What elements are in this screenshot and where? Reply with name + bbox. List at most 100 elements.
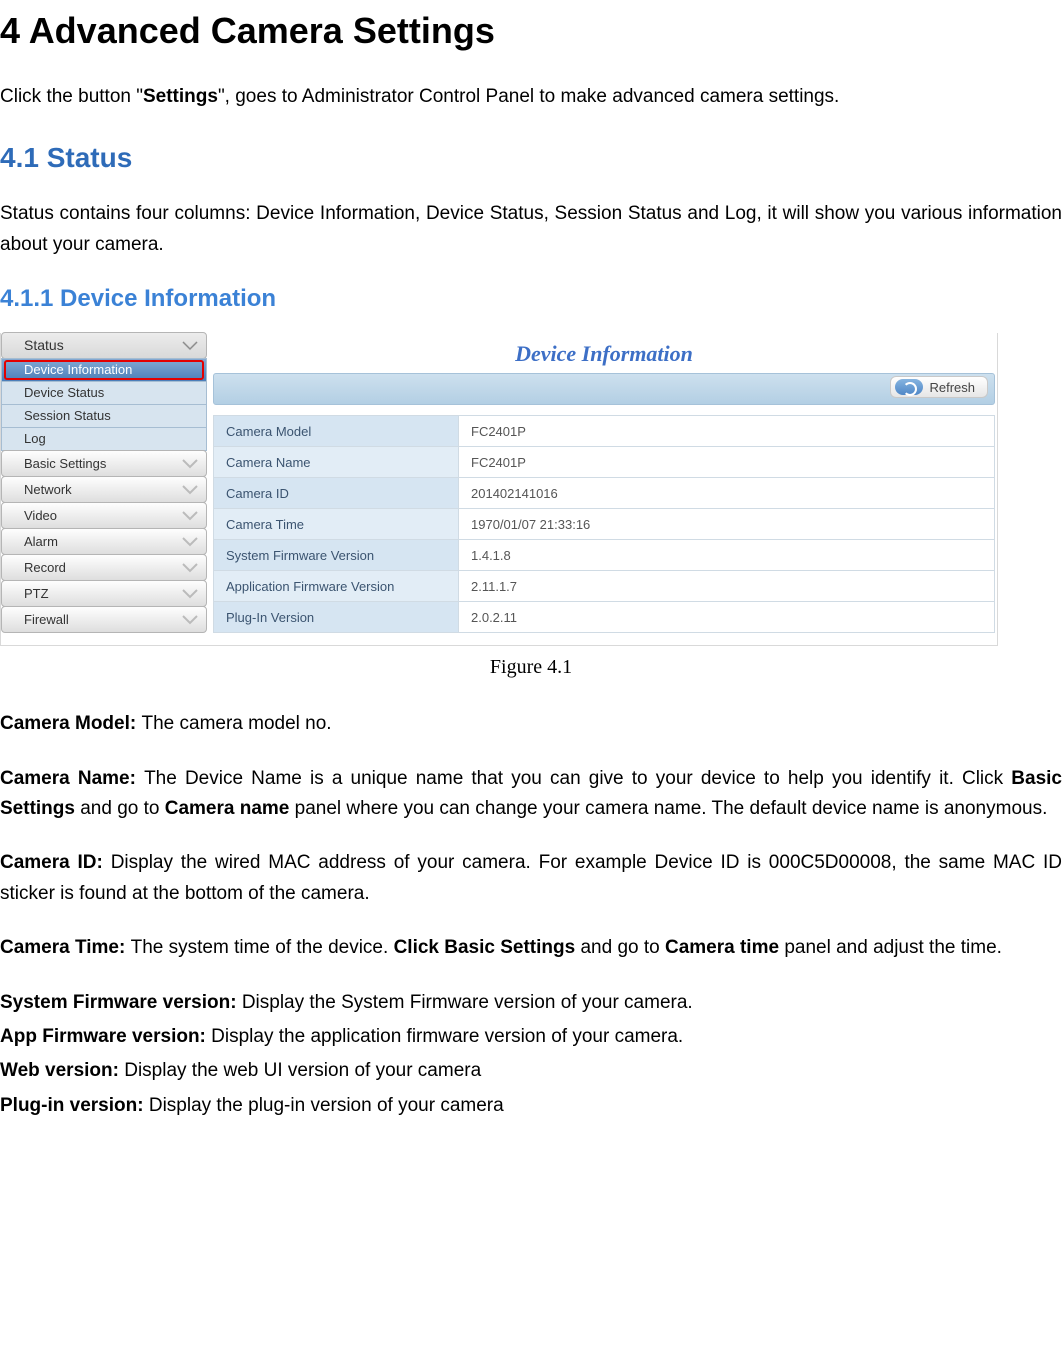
sidebar-item-device-status[interactable]: Device Status (1, 381, 207, 405)
info-value: 1.4.1.8 (459, 540, 995, 571)
chevron-down-icon (182, 341, 198, 351)
chevron-down-icon (182, 563, 198, 573)
table-row: System Firmware Version 1.4.1.8 (214, 540, 995, 571)
text: The system time of the device. (131, 937, 394, 958)
chevron-down-icon (182, 485, 198, 495)
camera-model-paragraph: Camera Model: The camera model no. (0, 709, 1062, 739)
text-bold: Camera ID: (0, 852, 111, 873)
sidebar-item-alarm[interactable]: Alarm (1, 528, 207, 555)
info-value: 2.0.2.11 (459, 602, 995, 633)
sidebar-item-label: Session Status (24, 408, 111, 423)
app-fw-paragraph: App Firmware version: Display the applic… (0, 1022, 1062, 1052)
sidebar-item-label: Basic Settings (24, 456, 106, 471)
chevron-down-icon (182, 615, 198, 625)
text: The Device Name is a unique name that yo… (144, 768, 1011, 789)
refresh-icon (895, 379, 923, 395)
text-bold: System Firmware version: (0, 992, 242, 1013)
text: Display the plug-in version of your came… (149, 1095, 504, 1116)
sidebar-item-label: Network (24, 482, 72, 497)
chevron-down-icon (182, 589, 198, 599)
table-row: Application Firmware Version 2.11.1.7 (214, 571, 995, 602)
info-value: 1970/01/07 21:33:16 (459, 509, 995, 540)
text-bold: Camera Model: (0, 713, 141, 734)
camera-id-paragraph: Camera ID: Display the wired MAC address… (0, 848, 1062, 909)
text: Click the button " (0, 86, 143, 107)
sidebar-item-record[interactable]: Record (1, 554, 207, 581)
sidebar-item-basic-settings[interactable]: Basic Settings (1, 450, 207, 477)
text-bold: App Firmware version: (0, 1026, 211, 1047)
info-value: 2.11.1.7 (459, 571, 995, 602)
text: Display the web UI version of your camer… (124, 1060, 481, 1081)
sidebar-item-label: Video (24, 508, 57, 523)
table-row: Camera Time 1970/01/07 21:33:16 (214, 509, 995, 540)
text-bold: Camera time (665, 937, 779, 958)
sidebar-item-label: Device Information (24, 362, 132, 377)
refresh-button[interactable]: Refresh (890, 376, 988, 398)
refresh-bar: Refresh (213, 373, 995, 405)
device-info-panel: Device Information Refresh Camera Model … (207, 333, 997, 645)
text: Display the application firmware version… (211, 1026, 683, 1047)
info-key: Camera Model (214, 416, 459, 447)
sidebar-item-video[interactable]: Video (1, 502, 207, 529)
heading-chapter: 4 Advanced Camera Settings (0, 10, 1062, 52)
web-paragraph: Web version: Display the web UI version … (0, 1056, 1062, 1086)
info-value: FC2401P (459, 447, 995, 478)
text-bold: Settings (143, 86, 218, 107)
sidebar-item-session-status[interactable]: Session Status (1, 404, 207, 428)
figure-caption: Figure 4.1 (0, 656, 1062, 679)
plugin-paragraph: Plug-in version: Display the plug-in ver… (0, 1091, 1062, 1121)
info-key: Plug-In Version (214, 602, 459, 633)
panel-title: Device Information (213, 341, 995, 367)
sidebar-item-label: Status (24, 337, 64, 353)
info-value: FC2401P (459, 416, 995, 447)
chevron-down-icon (182, 511, 198, 521)
chevron-down-icon (182, 537, 198, 547)
table-row: Plug-In Version 2.0.2.11 (214, 602, 995, 633)
info-value: 201402141016 (459, 478, 995, 509)
info-key: Camera Time (214, 509, 459, 540)
intro-paragraph: Click the button "Settings", goes to Adm… (0, 82, 1062, 112)
status-paragraph: Status contains four columns: Device Inf… (0, 199, 1062, 260)
info-key: Application Firmware Version (214, 571, 459, 602)
sidebar-item-label: Firewall (24, 612, 69, 627)
info-key: System Firmware Version (214, 540, 459, 571)
text: panel and adjust the time. (779, 937, 1002, 958)
heading-section: 4.1 Status (0, 142, 1062, 174)
text: Display the wired MAC address of your ca… (0, 852, 1062, 903)
table-row: Camera Name FC2401P (214, 447, 995, 478)
refresh-button-label: Refresh (929, 380, 975, 395)
sidebar-item-label: PTZ (24, 586, 49, 601)
sidebar-item-log[interactable]: Log (1, 427, 207, 451)
sidebar-item-ptz[interactable]: PTZ (1, 580, 207, 607)
sidebar-item-label: Record (24, 560, 66, 575)
sidebar-item-device-information[interactable]: Device Information (1, 358, 207, 382)
settings-sidebar: Status Device Information Device Status … (1, 333, 207, 645)
device-info-screenshot: Status Device Information Device Status … (0, 333, 998, 646)
sys-fw-paragraph: System Firmware version: Display the Sys… (0, 988, 1062, 1018)
sidebar-item-status[interactable]: Status (1, 332, 207, 359)
sidebar-item-network[interactable]: Network (1, 476, 207, 503)
table-row: Camera ID 201402141016 (214, 478, 995, 509)
text: The camera model no. (141, 713, 331, 734)
text-bold: Camera Time: (0, 937, 131, 958)
text-bold: Web version: (0, 1060, 124, 1081)
sidebar-item-label: Alarm (24, 534, 58, 549)
text: and go to (575, 937, 665, 958)
text: panel where you can change your camera n… (289, 798, 1047, 819)
text-bold: Click Basic Settings (394, 937, 576, 958)
text: and go to (75, 798, 165, 819)
camera-name-paragraph: Camera Name: The Device Name is a unique… (0, 764, 1062, 825)
camera-time-paragraph: Camera Time: The system time of the devi… (0, 933, 1062, 963)
table-row: Camera Model FC2401P (214, 416, 995, 447)
text-bold: Camera Name: (0, 768, 144, 789)
sidebar-item-label: Device Status (24, 385, 104, 400)
text-bold: Plug-in version: (0, 1095, 149, 1116)
info-key: Camera ID (214, 478, 459, 509)
sidebar-item-label: Log (24, 431, 46, 446)
sidebar-item-firewall[interactable]: Firewall (1, 606, 207, 633)
text: Display the System Firmware version of y… (242, 992, 693, 1013)
text-bold: Camera name (165, 798, 290, 819)
chevron-down-icon (182, 459, 198, 469)
device-info-table: Camera Model FC2401P Camera Name FC2401P… (213, 415, 995, 633)
info-key: Camera Name (214, 447, 459, 478)
